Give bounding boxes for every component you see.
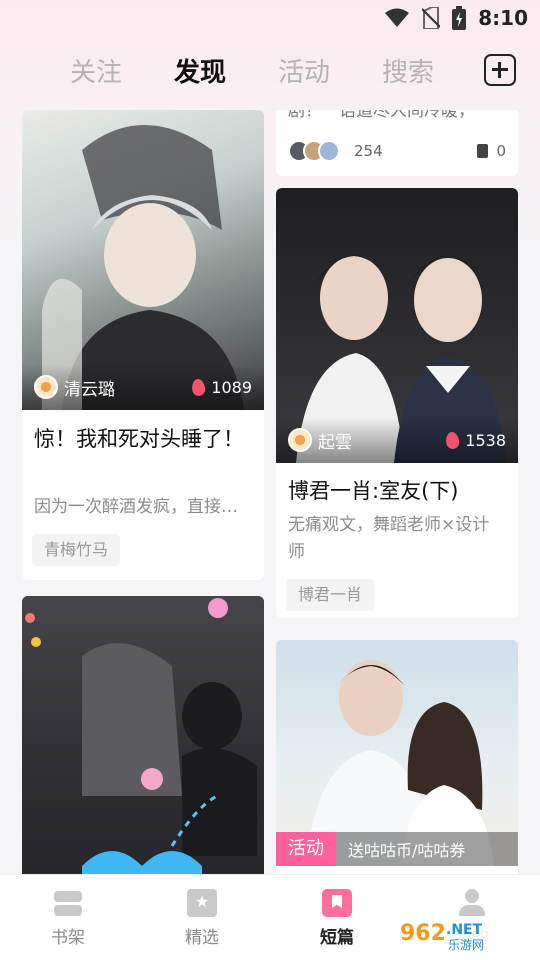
story-card[interactable]: 清云璐 1089 惊！我和死对头睡了！ 因为一次醉酒发疯，直接… 青梅竹马 (22, 110, 264, 580)
status-bar: 8:10 (0, 0, 540, 36)
profile-icon (457, 889, 487, 917)
featured-icon (187, 889, 217, 917)
author-name: 起雲 (318, 432, 352, 453)
story-card[interactable] (22, 596, 264, 875)
nav-bookshelf[interactable]: 书架 (28, 889, 108, 948)
site-watermark-logo: 962 .NET 乐游网 (394, 916, 532, 952)
cover-video-frame (25, 598, 257, 875)
card-snippet: 剧！一语道尽人间冷暖， (288, 110, 475, 121)
story-description: 因为一次醉酒发疯，直接… (34, 497, 238, 517)
reader-avatar (318, 140, 340, 162)
author-name: 清云璐 (64, 379, 115, 400)
cover-meta-bar: 清云璐 1089 (22, 364, 264, 410)
activity-cover-image: 活动 送咕咕币/咕咕券 (276, 640, 518, 866)
nav-featured[interactable]: 精选 (162, 889, 242, 948)
fire-icon (191, 377, 207, 397)
cover-meta-bar: 起雲 1538 (276, 417, 518, 463)
top-tab-bar: 关注 发现 活动 搜索 (0, 46, 540, 100)
tab-search[interactable]: 搜索 (382, 52, 434, 89)
story-cover-image: 清云璐 1089 (22, 110, 264, 410)
nav-label: 短篇 (320, 928, 354, 948)
story-title: 惊！我和死对头睡了！ (34, 427, 244, 451)
author-avatar (288, 428, 312, 452)
story-description: 无痛观文，舞蹈老师×设计师 (288, 515, 490, 562)
discover-feed[interactable]: 剧！一语道尽人间冷暖， 254 0 清云璐 1089 惊！我和死对头睡了！ 因为… (0, 110, 540, 875)
bookshelf-icon (53, 889, 83, 917)
activity-badge: 活动 (276, 832, 336, 866)
nav-label: 书架 (51, 928, 85, 948)
story-cover-image: 起雲 1538 (276, 188, 518, 463)
tab-follow[interactable]: 关注 (70, 52, 122, 89)
story-card-partial[interactable]: 剧！一语道尽人间冷暖， 254 0 (276, 110, 518, 176)
activity-banner[interactable]: 活动 送咕咕币/咕咕券 (276, 832, 518, 866)
like-count: 254 (354, 142, 383, 160)
book-count: 0 (496, 142, 506, 160)
story-card[interactable]: 起雲 1538 博君一肖:室友(下) 无痛观文，舞蹈老师×设计师 博君一肖 (276, 188, 518, 618)
nav-label: 精选 (185, 928, 219, 948)
story-tag[interactable]: 博君一肖 (286, 579, 375, 611)
svg-text:.NET: .NET (446, 922, 483, 938)
no-sim-icon (422, 7, 441, 29)
card-stats: 254 0 (288, 140, 506, 162)
story-title: 博君一肖:室友(下) (288, 479, 459, 503)
clock: 8:10 (478, 6, 528, 30)
story-cover-image (22, 596, 264, 875)
heat-count: 1538 (465, 430, 506, 450)
svg-text:乐游网: 乐游网 (448, 938, 484, 952)
book-icon (477, 144, 489, 158)
short-story-icon (322, 889, 352, 917)
heat-count: 1089 (211, 377, 252, 397)
activity-text: 送咕咕币/咕咕券 (348, 841, 466, 860)
wifi-icon (385, 8, 410, 27)
add-post-button[interactable] (484, 54, 516, 86)
fire-icon (445, 430, 461, 450)
tab-discover[interactable]: 发现 (174, 52, 226, 89)
svg-text:962: 962 (400, 921, 446, 946)
tab-activity[interactable]: 活动 (278, 52, 330, 89)
bottom-navigation: 书架 精选 短篇 我的 962 .NET 乐游网 (0, 874, 540, 960)
battery-icon (452, 6, 467, 30)
story-tag[interactable]: 青梅竹马 (32, 534, 121, 566)
author-avatar (34, 375, 58, 399)
activity-card[interactable]: 活动 送咕咕币/咕咕券 (276, 640, 518, 875)
nav-short-stories[interactable]: 短篇 (297, 889, 377, 948)
